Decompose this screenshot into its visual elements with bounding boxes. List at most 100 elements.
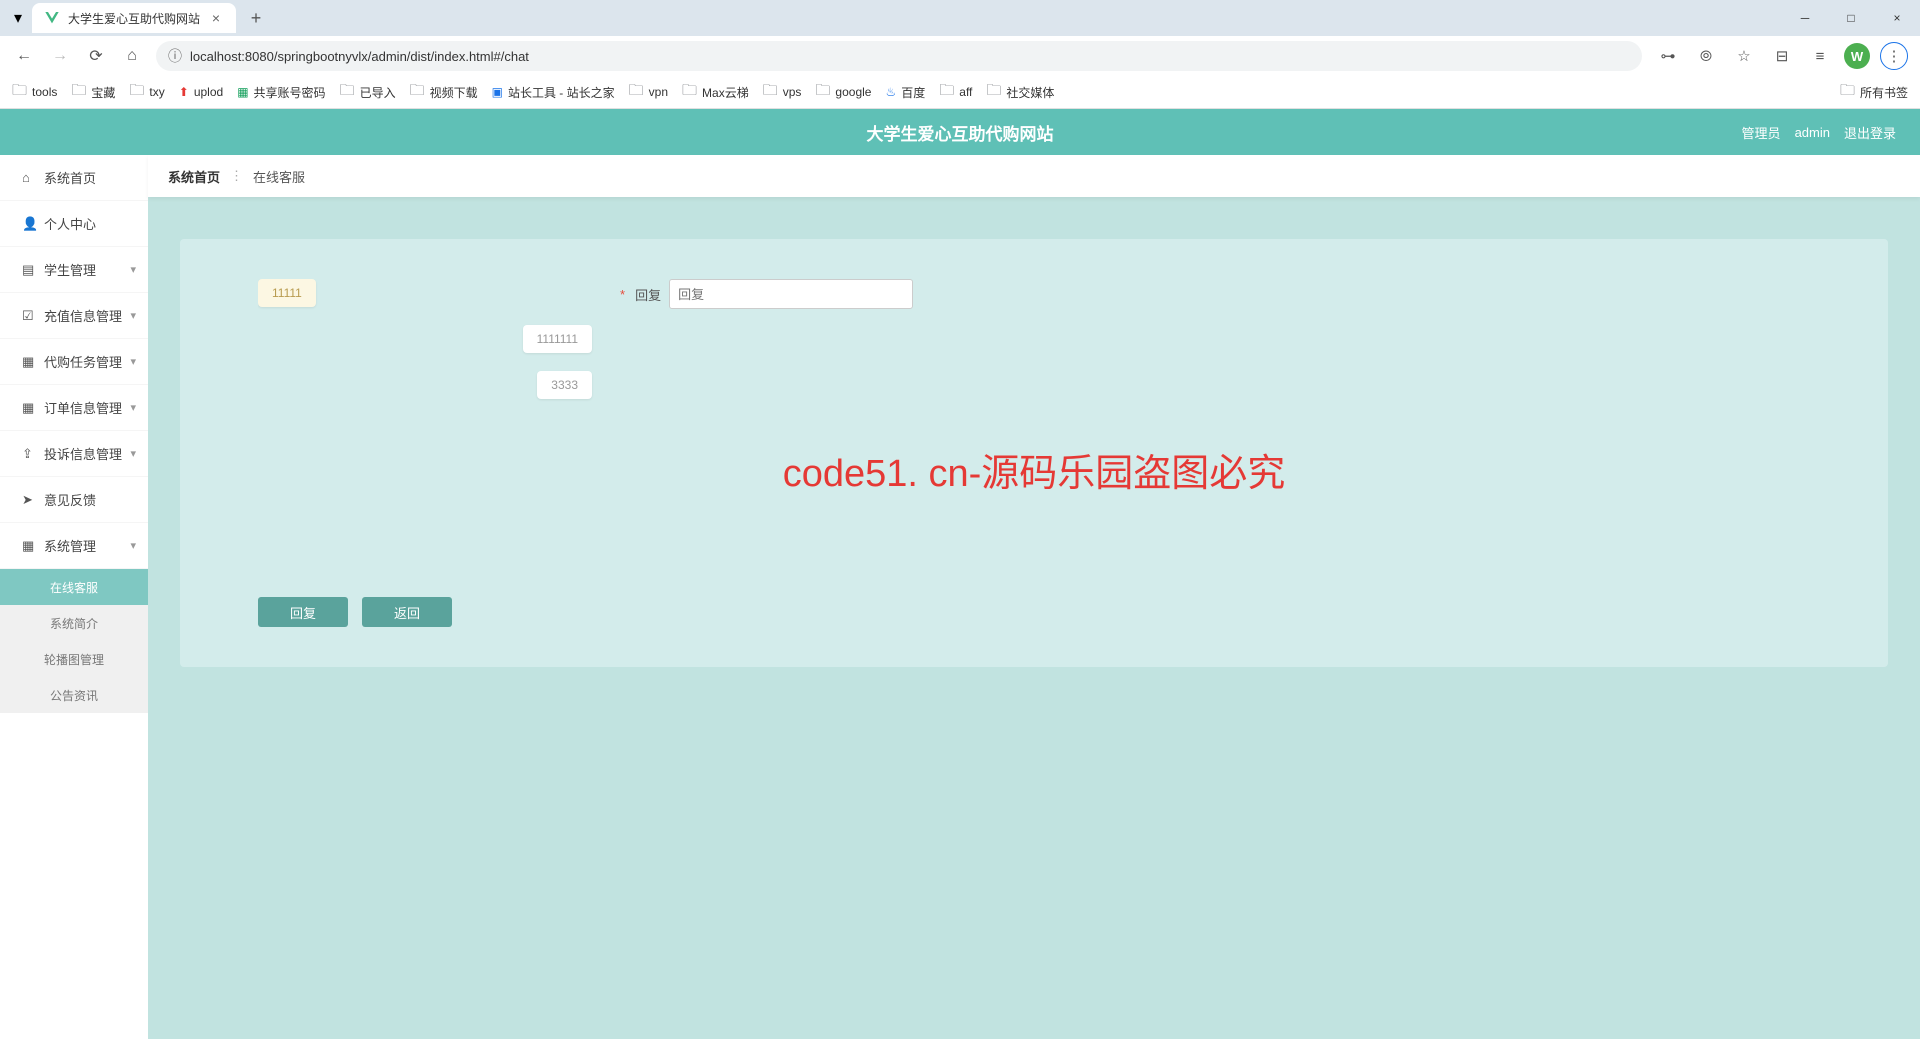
extensions-icon[interactable]: ⊟ [1768,42,1796,70]
bookmark-bar: 🗀tools 🗀宝藏 🗀txy ⬆uplod ▦共享账号密码 🗀已导入 🗀视频下… [0,76,1920,108]
home-button[interactable]: ⌂ [120,44,144,68]
sidebar-item-system[interactable]: ▦系统管理▾ [0,523,148,569]
username-link[interactable]: admin [1795,125,1830,140]
minimize-button[interactable]: ─ [1782,0,1828,36]
chevron-down-icon: ▾ [130,539,136,552]
bookmark-star-icon[interactable]: ☆ [1730,42,1758,70]
breadcrumb-sep-icon: ⋮ [230,168,243,184]
close-window-button[interactable]: × [1874,0,1920,36]
bookmark-vpn[interactable]: 🗀vpn [629,80,668,105]
close-tab-icon[interactable]: × [208,10,224,26]
url-field[interactable]: ⓘ localhost:8080/springbootnyvlx/admin/d… [156,41,1642,71]
sidebar-item-orders[interactable]: ▦订单信息管理▾ [0,385,148,431]
folder-icon: 🗀 [1840,80,1855,105]
content-area: 11111 1111111 3333 * 回复 回复 返回 code51. cn… [148,199,1920,1039]
bookmark-uplod[interactable]: ⬆uplod [179,85,223,99]
address-bar: ← → ⟳ ⌂ ⓘ localhost:8080/springbootnyvlx… [0,36,1920,76]
main-area: 系统首页 ⋮ 在线客服 11111 1111111 3333 * 回复 [148,155,1920,1039]
breadcrumb-current: 在线客服 [253,167,305,186]
folder-icon: 🗀 [815,80,830,105]
app-root: 大学生爱心互助代购网站 管理员 admin 退出登录 ⌂系统首页 👤个人中心 ▤… [0,109,1920,1039]
bookmark-webmaster-tools[interactable]: ▣站长工具 - 站长之家 [492,84,615,101]
kebab-menu-icon[interactable]: ⋮ [1880,42,1908,70]
doc-icon: ▤ [22,262,34,278]
logout-link[interactable]: 退出登录 [1844,123,1896,142]
sidebar-item-feedback[interactable]: ➤意见反馈 [0,477,148,523]
back-button[interactable]: ← [12,44,36,68]
reply-label: 回复 [635,285,661,304]
all-bookmarks[interactable]: 🗀所有书签 [1840,80,1908,105]
breadcrumb-home[interactable]: 系统首页 [168,167,220,186]
folder-icon: 🗀 [340,80,355,105]
app-title: 大学生爱心互助代购网站 [867,120,1054,145]
sidebar-item-students[interactable]: ▤学生管理▾ [0,247,148,293]
header-right: 管理员 admin 退出登录 [1742,123,1896,142]
reply-input[interactable] [669,279,913,309]
button-row: 回复 返回 [258,597,1810,627]
bookmark-txy[interactable]: 🗀txy [129,80,164,105]
sidebar-sub-announcements[interactable]: 公告资讯 [0,677,148,713]
reply-form: * 回复 [620,279,913,309]
profile-avatar[interactable]: W [1844,43,1870,69]
send-icon: ➤ [22,492,33,508]
tab-title: 大学生爱心互助代购网站 [68,10,200,27]
bookmark-video-download[interactable]: 🗀视频下载 [410,80,478,105]
sidebar-item-purchase-tasks[interactable]: ▦代购任务管理▾ [0,339,148,385]
folder-icon: 🗀 [763,80,778,105]
bookmark-imported[interactable]: 🗀已导入 [340,80,396,105]
watermark-text: code51. cn-源码乐园盗图必究 [783,442,1286,497]
reader-icon[interactable]: ≡ [1806,42,1834,70]
user-role: 管理员 [1742,123,1781,142]
folder-icon: 🗀 [129,80,144,105]
translate-icon[interactable]: ⦾ [1692,42,1720,70]
forward-button[interactable]: → [48,44,72,68]
sidebar-item-complaints[interactable]: ⇪投诉信息管理▾ [0,431,148,477]
folder-icon: 🗀 [682,80,697,105]
reload-button[interactable]: ⟳ [84,44,108,68]
sidebar-sub-online-service[interactable]: 在线客服 [0,569,148,605]
grid-icon: ▦ [22,354,34,370]
window-controls: ─ □ × [1782,0,1920,36]
sidebar-sub-intro[interactable]: 系统简介 [0,605,148,641]
password-icon[interactable]: ⊶ [1654,42,1682,70]
bookmark-baidu[interactable]: ♨百度 [885,84,925,101]
bookmark-social-media[interactable]: 🗀社交媒体 [986,80,1054,105]
back-button[interactable]: 返回 [362,597,452,627]
browser-chrome: ▾ 大学生爱心互助代购网站 × + ─ □ × ← → ⟳ ⌂ ⓘ localh… [0,0,1920,109]
bookmark-google[interactable]: 🗀google [815,80,871,105]
required-asterisk: * [620,287,625,302]
chevron-down-icon: ▾ [130,263,136,276]
bookmark-treasure[interactable]: 🗀宝藏 [71,80,115,105]
chat-messages[interactable]: 11111 1111111 3333 [258,279,598,417]
user-icon: 👤 [22,216,38,232]
home-icon: ⌂ [22,170,30,185]
chevron-down-icon: ▾ [130,447,136,460]
vue-favicon-icon [44,10,60,26]
bookmark-aff[interactable]: 🗀aff [939,80,972,105]
browser-tab[interactable]: 大学生爱心互助代购网站 × [32,3,236,33]
tab-search-dropdown[interactable]: ▾ [8,8,28,28]
url-text: localhost:8080/springbootnyvlx/admin/dis… [190,49,529,64]
site-info-icon[interactable]: ⓘ [168,46,182,66]
app-header: 大学生爱心互助代购网站 管理员 admin 退出登录 [0,109,1920,155]
chat-msg-left: 11111 [258,279,592,307]
bookmark-vps[interactable]: 🗀vps [763,80,802,105]
chevron-down-icon: ▾ [130,355,136,368]
bookmark-tools[interactable]: 🗀tools [12,80,57,105]
sidebar-item-recharge[interactable]: ☑充值信息管理▾ [0,293,148,339]
sidebar-sub-carousel[interactable]: 轮播图管理 [0,641,148,677]
maximize-button[interactable]: □ [1828,0,1874,36]
new-tab-button[interactable]: + [242,4,270,32]
folder-icon: 🗀 [986,80,1001,105]
tab-bar: ▾ 大学生爱心互助代购网站 × + ─ □ × [0,0,1920,36]
bookmark-max-cloud[interactable]: 🗀Max云梯 [682,80,749,105]
sidebar-item-home[interactable]: ⌂系统首页 [0,155,148,201]
chat-msg-right: 1111111 [258,325,592,353]
check-icon: ☑ [22,308,34,324]
sheet-icon: ▦ [237,85,248,99]
grid-icon: ▦ [22,538,34,554]
reply-button[interactable]: 回复 [258,597,348,627]
sidebar-item-profile[interactable]: 👤个人中心 [0,201,148,247]
folder-icon: 🗀 [939,80,954,105]
bookmark-share-accounts[interactable]: ▦共享账号密码 [237,84,325,101]
